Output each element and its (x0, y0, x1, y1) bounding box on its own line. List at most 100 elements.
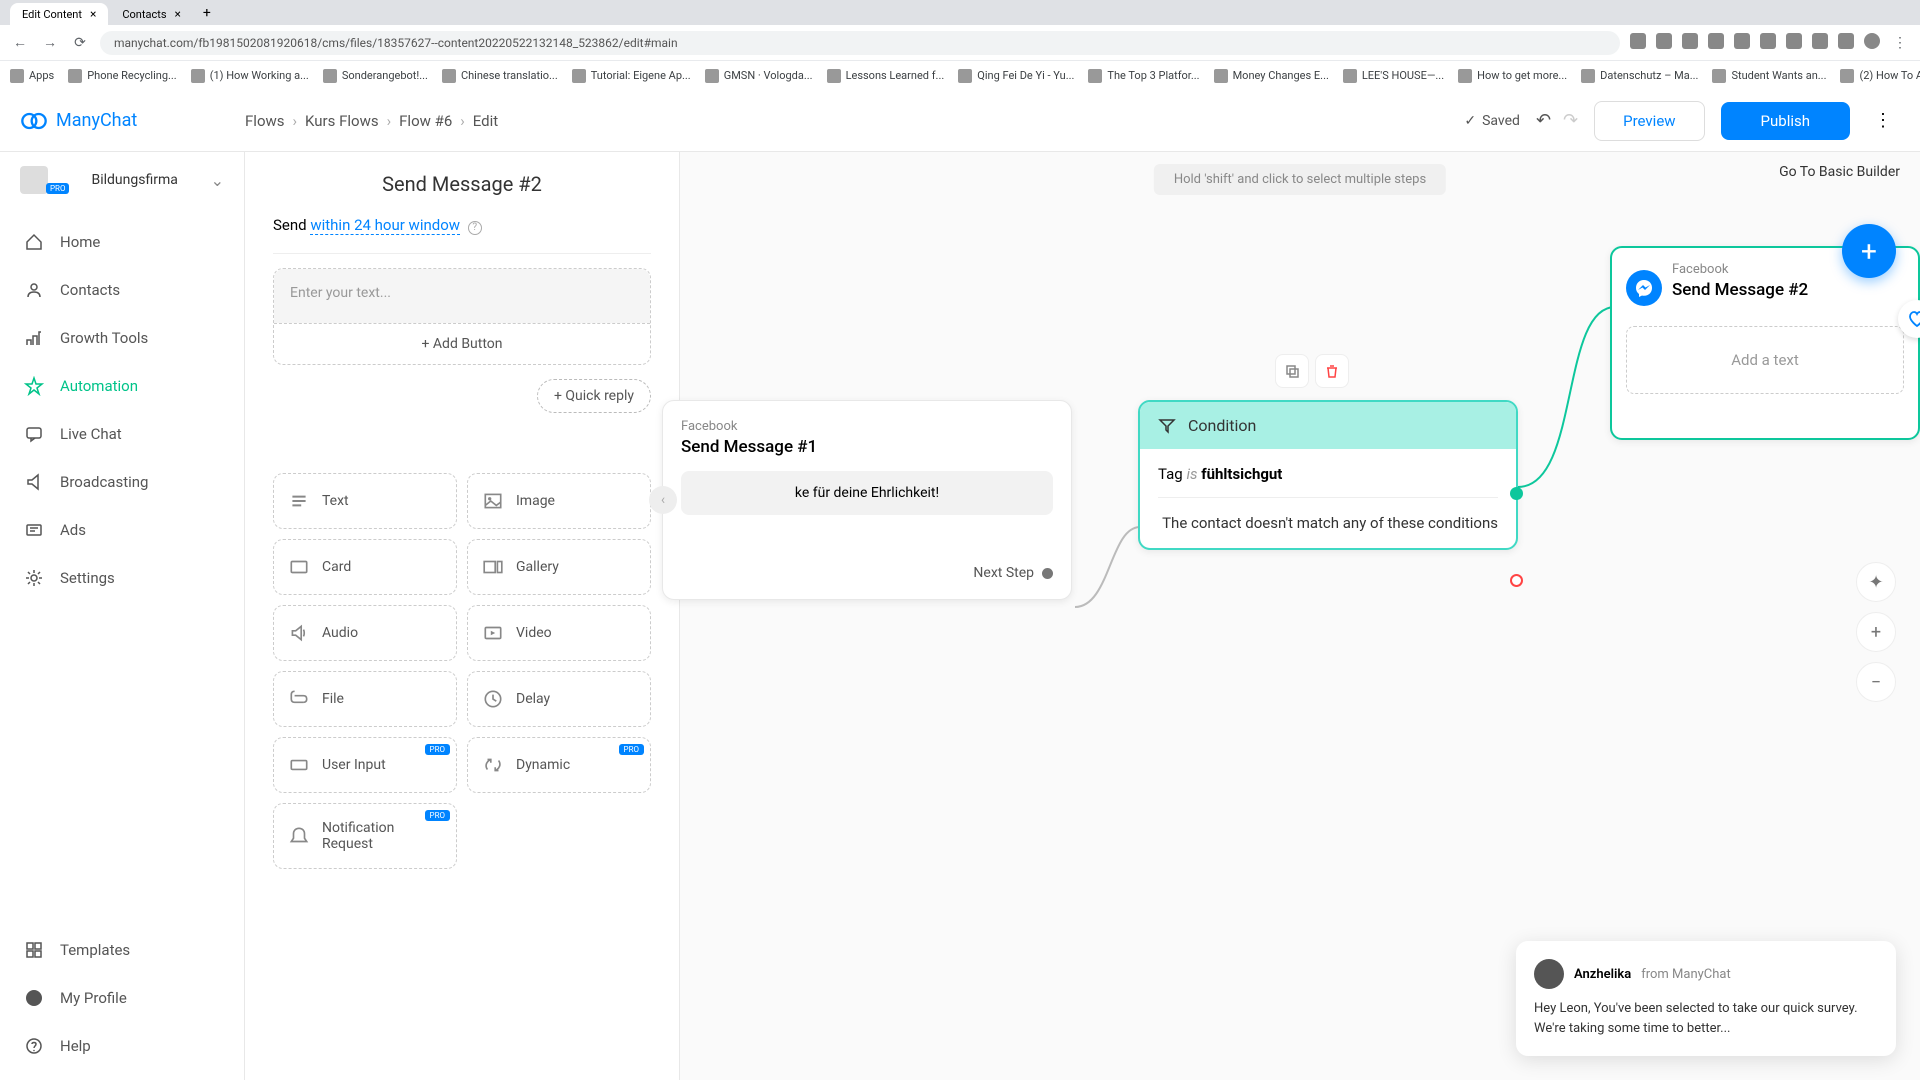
extension-icon[interactable] (1812, 33, 1828, 49)
bookmark-item[interactable]: GMSN · Vologda... (705, 69, 813, 83)
add-text-placeholder[interactable]: Add a text (1626, 326, 1904, 394)
browser-tab[interactable]: Contacts × (110, 3, 193, 25)
sidebar-item-help[interactable]: Help (0, 1022, 244, 1070)
sidebar-item-automation[interactable]: Automation (0, 362, 244, 410)
sidebar-item-live-chat[interactable]: Live Chat (0, 410, 244, 458)
sidebar-item-templates[interactable]: Templates (0, 926, 244, 974)
content-block-card[interactable]: Card (273, 539, 457, 595)
bookmark-item[interactable]: Lessons Learned f... (827, 69, 945, 83)
output-port-false[interactable] (1510, 574, 1523, 587)
preview-button[interactable]: Preview (1594, 101, 1704, 141)
extension-icon[interactable] (1760, 33, 1776, 49)
quick-reply-button[interactable]: + Quick reply (537, 379, 651, 413)
bookmark-item[interactable]: (2) How To Add A... (1840, 69, 1920, 83)
pro-badge: PRO (425, 744, 450, 755)
extension-icon[interactable] (1708, 33, 1724, 49)
content-block-notification-request[interactable]: Notification RequestPRO (273, 803, 457, 869)
more-menu-button[interactable]: ⋮ (1866, 110, 1900, 131)
extension-icon[interactable] (1786, 33, 1802, 49)
extension-icon[interactable] (1630, 33, 1646, 49)
sidebar-item-ads[interactable]: Ads (0, 506, 244, 554)
info-icon[interactable]: ? (468, 221, 482, 235)
delay-icon (482, 688, 504, 710)
bookmark-item[interactable]: (1) How Working a... (191, 69, 309, 83)
bookmark-item[interactable]: Tutorial: Eigene Ap... (572, 69, 691, 83)
bookmark-item[interactable]: Qing Fei De Yi - Yu... (958, 69, 1074, 83)
zoom-in-button[interactable]: + (1856, 612, 1896, 652)
flow-node-condition[interactable]: Condition Tag is fühltsichgut The contac… (1138, 400, 1518, 550)
profile-icon[interactable] (1864, 33, 1880, 49)
bookmark-item[interactable]: Apps (10, 69, 54, 83)
bookmark-item[interactable]: Datenschutz – Ma... (1581, 69, 1698, 83)
bookmark-icon (958, 69, 972, 83)
extension-icon[interactable] (1656, 33, 1672, 49)
flow-node-message-1[interactable]: ‹ Facebook Send Message #1 ke für deine … (662, 400, 1072, 600)
content-block-audio[interactable]: Audio (273, 605, 457, 661)
menu-icon[interactable]: ⋮ (1890, 33, 1910, 53)
bookmark-item[interactable]: The Top 3 Platfor... (1088, 69, 1199, 83)
browser-tab-active[interactable]: Edit Content × (10, 3, 108, 25)
bookmark-item[interactable]: Money Changes E... (1214, 69, 1329, 83)
heart-icon (1907, 309, 1920, 329)
breadcrumb-item[interactable]: Flows (245, 112, 285, 130)
sidebar-item-settings[interactable]: Settings (0, 554, 244, 602)
content-block-delay[interactable]: Delay (467, 671, 651, 727)
breadcrumb-item[interactable]: Kurs Flows (305, 112, 379, 130)
ads-icon (24, 520, 44, 540)
bookmark-item[interactable]: How to get more... (1458, 69, 1567, 83)
url-input[interactable]: manychat.com/fb198150208192061​8/cms/fil… (100, 31, 1620, 55)
bookmark-item[interactable]: Student Wants an... (1712, 69, 1826, 83)
content-block-user-input[interactable]: User InputPRO (273, 737, 457, 793)
close-icon[interactable]: × (90, 7, 96, 21)
content-block-gallery[interactable]: Gallery (467, 539, 651, 595)
video-icon (482, 622, 504, 644)
tab-title: Edit Content (22, 8, 82, 21)
bookmark-item[interactable]: Phone Recycling... (68, 69, 176, 83)
add-button[interactable]: + Add Button (274, 323, 650, 364)
chat-popup[interactable]: Anzhelika from ManyChat Hey Leon, You've… (1516, 941, 1896, 1056)
extension-icon[interactable] (1838, 33, 1854, 49)
bookmark-icon (1581, 69, 1595, 83)
back-button[interactable]: ← (10, 33, 30, 53)
publish-button[interactable]: Publish (1721, 102, 1850, 140)
duplicate-button[interactable] (1275, 354, 1309, 388)
collapse-button[interactable]: ‹ (649, 486, 677, 514)
bookmark-item[interactable]: Chinese translatio... (442, 69, 558, 83)
content-block-text[interactable]: Text (273, 473, 457, 529)
breadcrumb-item[interactable]: Flow #6 (399, 112, 452, 130)
zoom-out-button[interactable]: − (1856, 662, 1896, 702)
output-port-true[interactable] (1510, 487, 1523, 500)
content-block-file[interactable]: File (273, 671, 457, 727)
send-window-link[interactable]: within 24 hour window (310, 216, 460, 235)
workspace-avatar (20, 166, 48, 194)
extension-icon[interactable] (1682, 33, 1698, 49)
output-port[interactable] (1042, 568, 1053, 579)
sidebar-item-my-profile[interactable]: My Profile (0, 974, 244, 1022)
chevron-right-icon: › (387, 112, 392, 130)
sidebar-item-contacts[interactable]: Contacts (0, 266, 244, 314)
bookmark-item[interactable]: Sonderangebot!... (323, 69, 428, 83)
delete-button[interactable] (1315, 354, 1349, 388)
goto-basic-button[interactable]: Go To Basic Builder (1779, 164, 1900, 180)
notify-icon (288, 825, 310, 847)
extension-icon[interactable] (1734, 33, 1750, 49)
sidebar-item-broadcasting[interactable]: Broadcasting (0, 458, 244, 506)
close-icon[interactable]: × (175, 7, 181, 21)
redo-button[interactable]: ↷ (1563, 110, 1578, 131)
content-block-image[interactable]: Image (467, 473, 651, 529)
text-block[interactable]: Enter your text... + Add Button (273, 268, 651, 365)
bookmark-item[interactable]: LEE'S HOUSE—... (1343, 69, 1444, 83)
content-block-video[interactable]: Video (467, 605, 651, 661)
undo-button[interactable]: ↶ (1536, 110, 1551, 131)
content-block-dynamic[interactable]: DynamicPRO (467, 737, 651, 793)
forward-button[interactable]: → (40, 33, 60, 53)
message-text-input[interactable]: Enter your text... (274, 269, 650, 323)
sidebar-item-growth-tools[interactable]: Growth Tools (0, 314, 244, 362)
reload-button[interactable]: ⟳ (70, 33, 90, 53)
sidebar-item-home[interactable]: Home (0, 218, 244, 266)
auto-arrange-button[interactable]: ✦ (1856, 562, 1896, 602)
add-step-button[interactable]: + (1842, 224, 1896, 278)
workspace-selector[interactable]: PRO Bildungsfirma ⌄ (0, 152, 244, 208)
bookmark-label: Sonderangebot!... (342, 69, 428, 82)
new-tab-button[interactable]: + (195, 1, 219, 25)
